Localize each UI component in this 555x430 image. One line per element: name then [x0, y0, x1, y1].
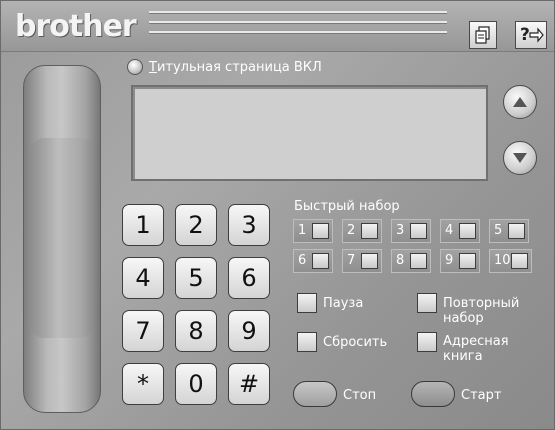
speed-dial-button[interactable]: [410, 223, 427, 239]
redial-label: Повторный набор: [443, 296, 520, 326]
speed-dial-1[interactable]: 1: [293, 219, 333, 243]
key-4[interactable]: 4: [122, 257, 164, 299]
key-9[interactable]: 9: [228, 310, 270, 352]
speed-dial-number: 7: [347, 253, 356, 268]
help-exit-icon: ?: [520, 25, 544, 45]
handset: [23, 65, 101, 413]
speed-dial-number: 6: [298, 253, 307, 268]
arrow-up-icon: [513, 97, 527, 107]
speed-dial-7[interactable]: 7: [342, 249, 382, 273]
speed-dial-6[interactable]: 6: [293, 249, 333, 273]
speed-dial-10[interactable]: 10: [489, 249, 532, 273]
title-page-label: Титульная страница ВКЛ: [149, 59, 322, 75]
start-label: Старт: [461, 388, 502, 403]
arrow-down-icon: [513, 153, 527, 163]
header-line: [149, 21, 447, 24]
key-hash[interactable]: #: [228, 363, 270, 405]
speed-dial-button[interactable]: [459, 253, 476, 269]
speed-dial-2[interactable]: 2: [342, 219, 382, 243]
speed-dial-5[interactable]: 5: [489, 219, 529, 243]
key-7[interactable]: 7: [122, 310, 164, 352]
speed-dial-number: 5: [494, 223, 503, 238]
speed-dial-button[interactable]: [410, 253, 427, 269]
speed-dial-8[interactable]: 8: [391, 249, 431, 273]
help-exit-button[interactable]: ?: [515, 21, 547, 49]
speed-dial-button[interactable]: [361, 253, 378, 269]
key-2[interactable]: 2: [175, 204, 217, 246]
address-book-button[interactable]: [417, 332, 437, 352]
speed-dial-number: 2: [347, 223, 356, 238]
display-screen: [131, 85, 488, 181]
speed-dial-button[interactable]: [459, 223, 476, 239]
address-book-label: Адресная книга: [443, 334, 509, 364]
speed-dial-button[interactable]: [312, 253, 329, 269]
speed-dial-button[interactable]: [508, 223, 525, 239]
speed-dial-button[interactable]: [511, 253, 528, 269]
key-6[interactable]: 6: [228, 257, 270, 299]
fax-window: brother ? Титульная страница ВКЛ 1 2 3 4…: [0, 0, 555, 430]
header-bar: brother ?: [1, 1, 554, 52]
redial-button[interactable]: [417, 293, 437, 313]
scroll-down-button[interactable]: [503, 141, 537, 175]
header-line: [149, 31, 447, 34]
document-button[interactable]: [469, 21, 497, 49]
key-5[interactable]: 5: [175, 257, 217, 299]
speed-dial-number: 3: [396, 223, 405, 238]
speed-dial-4[interactable]: 4: [440, 219, 480, 243]
header-line: [149, 11, 447, 14]
key-8[interactable]: 8: [175, 310, 217, 352]
speed-dial-3[interactable]: 3: [391, 219, 431, 243]
start-button[interactable]: [411, 381, 455, 407]
speed-dial-button[interactable]: [312, 223, 329, 239]
pause-button[interactable]: [297, 293, 317, 313]
key-3[interactable]: 3: [228, 204, 270, 246]
key-0[interactable]: 0: [175, 363, 217, 405]
stop-button[interactable]: [293, 381, 337, 407]
speed-dial-number: 10: [494, 253, 511, 268]
title-page-toggle[interactable]: Титульная страница ВКЛ: [127, 59, 322, 75]
speed-dial-9[interactable]: 9: [440, 249, 480, 273]
handset-grip: [30, 138, 94, 338]
document-icon: [475, 26, 490, 44]
stop-label: Стоп: [343, 388, 377, 403]
speed-dial-number: 4: [445, 223, 454, 238]
speed-dial-number: 1: [298, 223, 307, 238]
key-star[interactable]: *: [122, 363, 164, 405]
pause-label: Пауза: [323, 296, 364, 311]
speed-dial-button[interactable]: [361, 223, 378, 239]
speed-dial-title: Быстрый набор: [294, 199, 400, 214]
speed-dial-number: 9: [445, 253, 454, 268]
key-1[interactable]: 1: [122, 204, 164, 246]
speed-dial-number: 8: [396, 253, 405, 268]
svg-text:?: ?: [520, 25, 530, 45]
reset-button[interactable]: [297, 332, 317, 352]
title-page-radio[interactable]: [127, 59, 143, 75]
brand-logo: brother: [15, 9, 137, 44]
scroll-up-button[interactable]: [503, 85, 537, 119]
reset-label: Сбросить: [323, 335, 388, 350]
